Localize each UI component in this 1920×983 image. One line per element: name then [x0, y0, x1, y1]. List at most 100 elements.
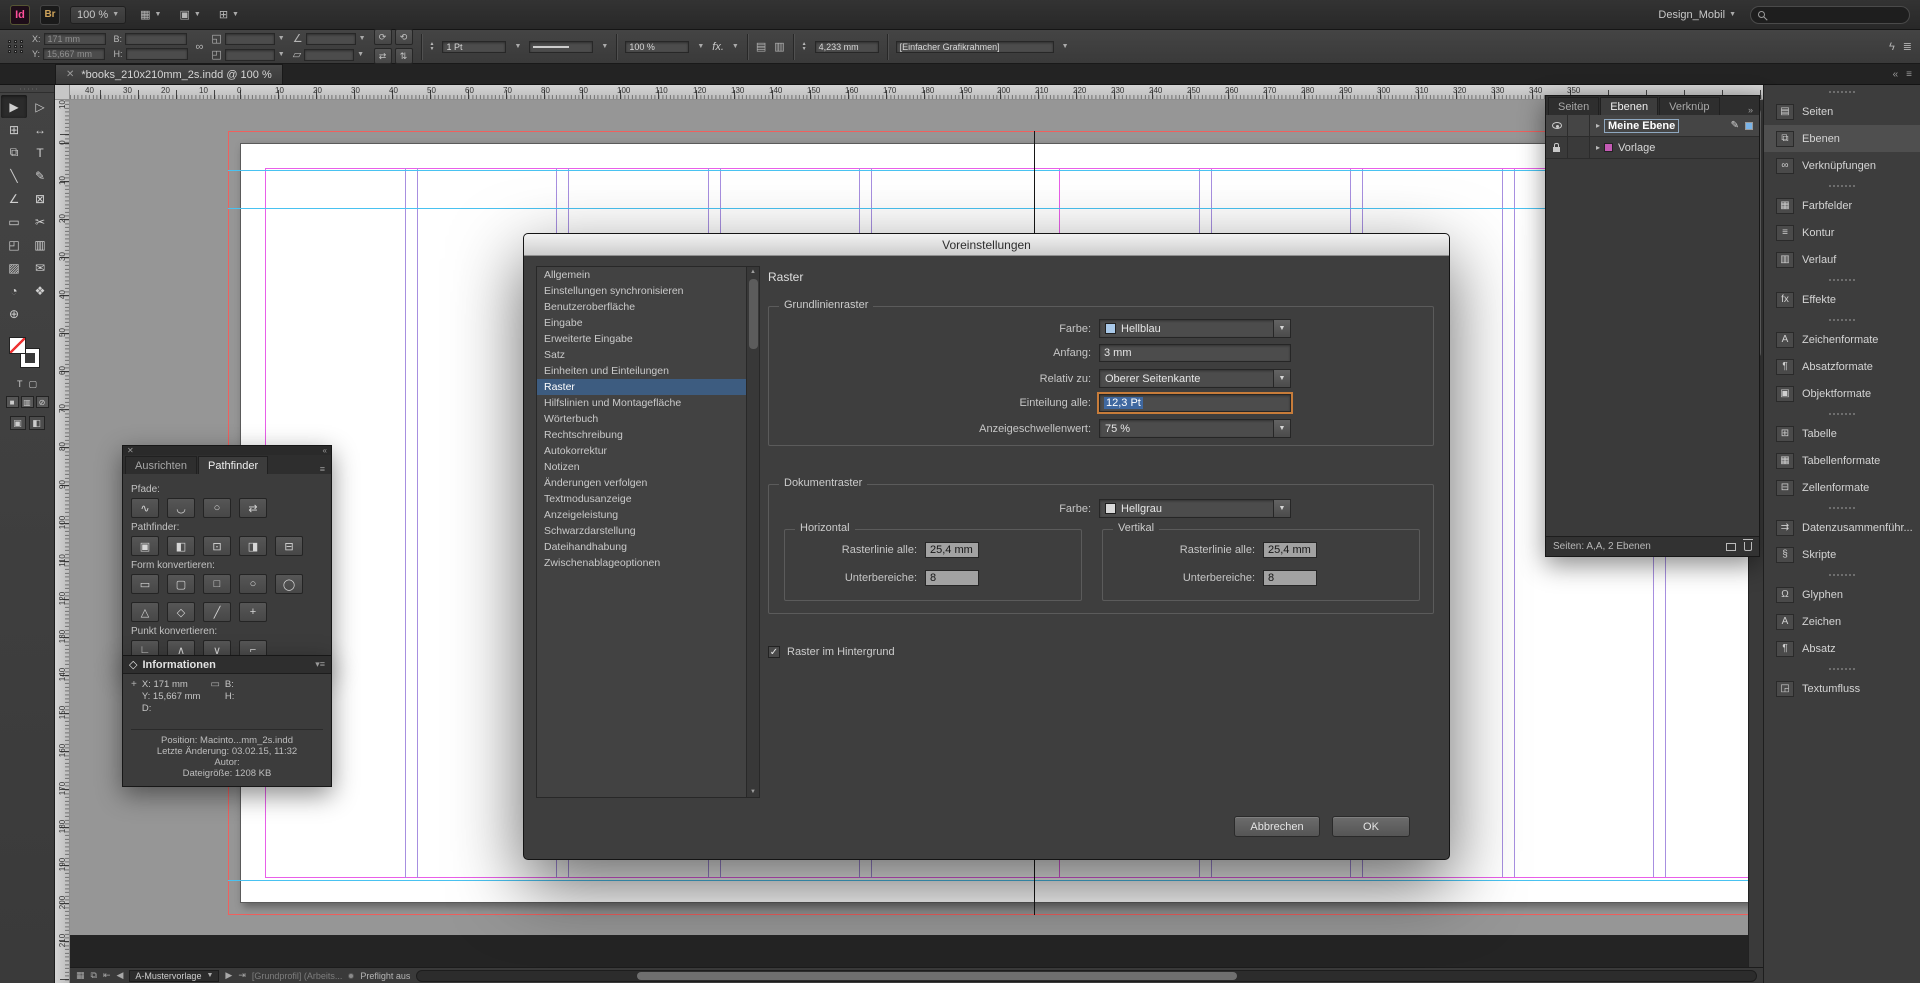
- convert-cross-button[interactable]: +: [239, 602, 267, 622]
- object-style-dropdown[interactable]: [Einfacher Grafikrahmen]: [896, 41, 1054, 53]
- dock-item-verlauf[interactable]: ▥Verlauf: [1764, 246, 1920, 273]
- normal-view-button[interactable]: ▣: [10, 416, 26, 430]
- dock-item-farbfelder[interactable]: ▦Farbfelder: [1764, 192, 1920, 219]
- shear-angle-field[interactable]: [304, 49, 354, 61]
- convert-rectangle-button[interactable]: ▭: [131, 574, 159, 594]
- stroke-weight-stepper[interactable]: ▲▼: [430, 42, 435, 52]
- ok-button[interactable]: OK: [1332, 816, 1410, 837]
- effects-menu[interactable]: fx.: [712, 41, 724, 53]
- first-page-button[interactable]: ⇤: [103, 970, 111, 981]
- exclude-overlap-button[interactable]: ◨: [239, 536, 267, 556]
- convert-line-button[interactable]: ╱: [203, 602, 231, 622]
- tab-ausrichten[interactable]: Ausrichten: [125, 456, 197, 474]
- tab-verkn-p[interactable]: Verknüp: [1659, 97, 1719, 115]
- convert-beveled-rectangle-button[interactable]: □: [203, 574, 231, 594]
- dialog-category-rechtschreibung[interactable]: Rechtschreibung: [537, 427, 759, 443]
- dialog-category-satz[interactable]: Satz: [537, 347, 759, 363]
- dock-group-grip[interactable]: [1764, 407, 1920, 420]
- dialog-list-scrollbar[interactable]: ▲ ▼: [746, 267, 759, 797]
- reference-point-selector[interactable]: [8, 40, 24, 53]
- panel-menu-icon[interactable]: ≣: [1903, 40, 1912, 53]
- close-icon[interactable]: ✕: [127, 446, 134, 455]
- horizontal-scrollbar-thumb[interactable]: [637, 972, 1237, 980]
- apply-color-button[interactable]: ■: [6, 396, 19, 408]
- dialog-category-erweiterte-eingabe[interactable]: Erweiterte Eingabe: [537, 331, 759, 347]
- dock-item-seiten[interactable]: ▤Seiten: [1764, 98, 1920, 125]
- dialog-category-benutzeroberfl-che[interactable]: Benutzeroberfläche: [537, 299, 759, 315]
- dialog-category-autokorrektur[interactable]: Autokorrektur: [537, 443, 759, 459]
- intersect-shapes-button[interactable]: ⊡: [203, 536, 231, 556]
- dialog-category-anzeigeleistung[interactable]: Anzeigeleistung: [537, 507, 759, 523]
- dock-item-tabellenformate[interactable]: ▦Tabellenformate: [1764, 447, 1920, 474]
- page-number-dropdown[interactable]: A-Mustervorlage ▼: [129, 970, 219, 982]
- tab-ebenen[interactable]: Ebenen: [1600, 97, 1658, 115]
- direct-selection-tool[interactable]: ▷: [27, 95, 53, 118]
- subtract-shapes-button[interactable]: ◧: [167, 536, 195, 556]
- dock-item-absatzformate[interactable]: ¶Absatzformate: [1764, 353, 1920, 380]
- wrap-none-icon[interactable]: ▤: [756, 40, 766, 53]
- panel-menu-icon[interactable]: ▾≡: [315, 659, 325, 670]
- horizontal-scrollbar[interactable]: [416, 970, 1757, 982]
- scrollbar-thumb[interactable]: [749, 279, 758, 349]
- dock-item-effekte[interactable]: fxEffekte: [1764, 286, 1920, 313]
- dialog-category-eingabe[interactable]: Eingabe: [537, 315, 759, 331]
- visibility-toggle[interactable]: [1546, 115, 1568, 136]
- panel-menu-icon[interactable]: »: [1744, 105, 1757, 115]
- disclosure-triangle-icon[interactable]: ▸: [1596, 143, 1600, 152]
- selection-tool[interactable]: ▶: [1, 95, 27, 118]
- formatting-affects-container-icon[interactable]: ▢: [28, 379, 37, 390]
- baseline-color-dropdown[interactable]: Hellblau ▼: [1099, 319, 1291, 338]
- wrap-bounding-box-icon[interactable]: ▥: [774, 40, 784, 53]
- dock-item-zeichenformate[interactable]: AZeichenformate: [1764, 326, 1920, 353]
- dock-item-tabelle[interactable]: ⊞Tabelle: [1764, 420, 1920, 447]
- dialog-category-allgemein[interactable]: Allgemein: [537, 267, 759, 283]
- corner-radius-stepper[interactable]: ▲▼: [802, 42, 807, 52]
- dock-group-grip[interactable]: [1764, 313, 1920, 326]
- open-path-button[interactable]: ◡: [167, 498, 195, 518]
- hand-tool[interactable]: ❖: [27, 279, 53, 302]
- convert-polygon-button[interactable]: ◇: [167, 602, 195, 622]
- dialog-titlebar[interactable]: Voreinstellungen: [524, 234, 1449, 256]
- scroll-down-icon[interactable]: ▼: [750, 787, 756, 797]
- dock-item-skripte[interactable]: §Skripte: [1764, 541, 1920, 568]
- layer-name[interactable]: Meine Ebene: [1604, 119, 1679, 133]
- preview-view-button[interactable]: ◧: [29, 416, 45, 430]
- quick-apply-icon[interactable]: ϟ: [1889, 41, 1895, 53]
- close-path-button[interactable]: ○: [203, 498, 231, 518]
- page-tool[interactable]: ⊞: [1, 118, 27, 141]
- grids-in-back-checkbox[interactable]: ✓: [768, 646, 780, 658]
- gradient-tool[interactable]: ▥: [27, 233, 53, 256]
- search-input[interactable]: [1750, 6, 1910, 24]
- visibility-toggle[interactable]: [1546, 137, 1568, 158]
- tab-pathfinder[interactable]: Pathfinder: [198, 456, 268, 474]
- dialog-category-dateihandhabung[interactable]: Dateihandhabung: [537, 539, 759, 555]
- x-position-field[interactable]: 171 mm: [44, 33, 106, 45]
- ruler-vertical[interactable]: 1001020304050607080901001101201301401501…: [55, 100, 70, 983]
- dock-item-kontur[interactable]: ≡Kontur: [1764, 219, 1920, 246]
- type-tool[interactable]: T: [27, 141, 53, 164]
- flip-vertical-button[interactable]: ⇅: [395, 48, 413, 64]
- dock-group-grip[interactable]: [1764, 568, 1920, 581]
- dialog-category-w-rterbuch[interactable]: Wörterbuch: [537, 411, 759, 427]
- baseline-increment-field[interactable]: 12,3 Pt: [1099, 394, 1291, 412]
- zoom-level-dropdown[interactable]: 100 % ▼: [70, 6, 126, 24]
- document-color-dropdown[interactable]: Hellgrau ▼: [1099, 499, 1291, 518]
- ruler-guide[interactable]: [228, 208, 1763, 209]
- flip-horizontal-button[interactable]: ⇄: [374, 48, 392, 64]
- h-subdiv-field[interactable]: 8: [925, 570, 979, 586]
- dialog-category-einheiten-und-einteilungen[interactable]: Einheiten und Einteilungen: [537, 363, 759, 379]
- workspace-switcher[interactable]: Design_Mobil ▼: [1654, 7, 1740, 23]
- formatting-affects-text-icon[interactable]: T: [17, 379, 23, 390]
- baseline-relative-dropdown[interactable]: Oberer Seitenkante ▼: [1099, 369, 1291, 388]
- page-view-icon[interactable]: ▦: [76, 970, 85, 981]
- v-gridline-field[interactable]: 25,4 mm: [1263, 542, 1317, 558]
- screen-mode-dropdown[interactable]: ▣ ▼: [175, 6, 204, 23]
- ruler-guide[interactable]: [228, 880, 1763, 881]
- dialog-category-hilfslinien-und-montagefl-che[interactable]: Hilfslinien und Montagefläche: [537, 395, 759, 411]
- toolbar-grip[interactable]: [0, 85, 54, 93]
- layer-row-vorlage[interactable]: ▸Vorlage: [1546, 137, 1759, 159]
- dock-item-textumfluss[interactable]: ◲Textumfluss: [1764, 675, 1920, 702]
- dialog-category-einstellungen-synchronisieren[interactable]: Einstellungen synchronisieren: [537, 283, 759, 299]
- view-options-dropdown[interactable]: ▦ ▼: [136, 6, 165, 23]
- minus-back-button[interactable]: ⊟: [275, 536, 303, 556]
